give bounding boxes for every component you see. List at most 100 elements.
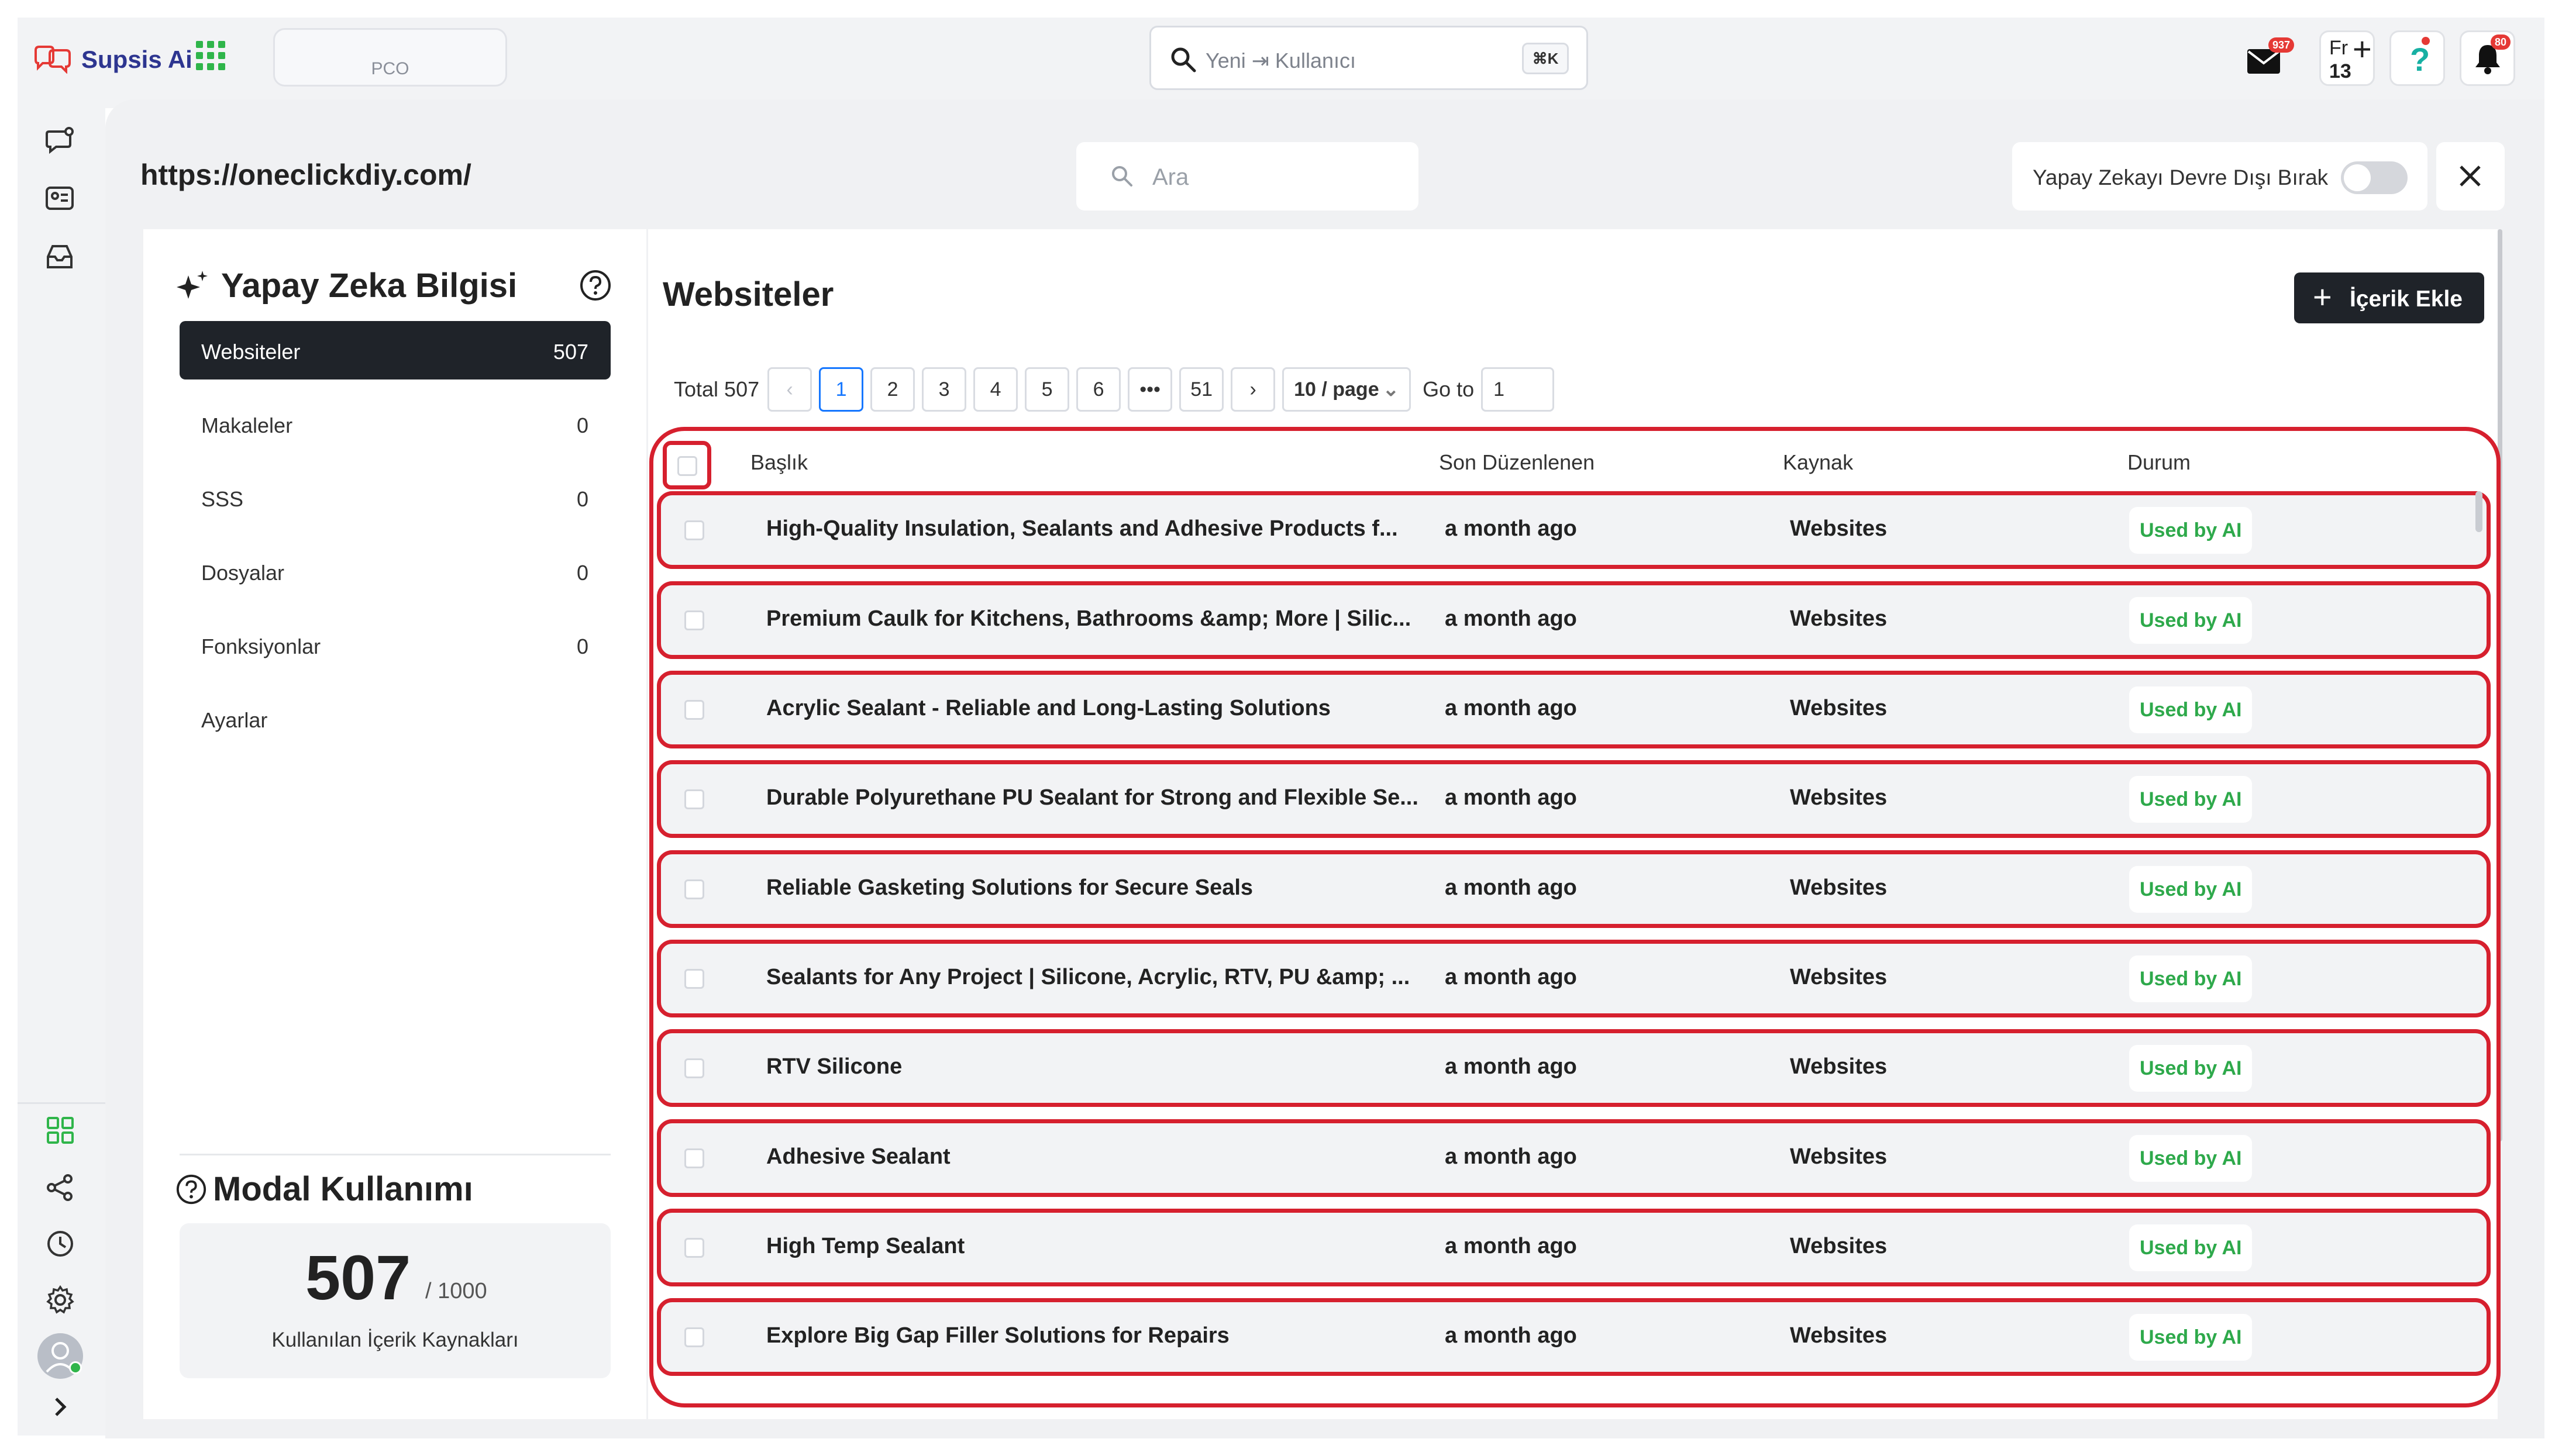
inbox-icon[interactable]: [44, 241, 75, 272]
column-header-last-edited[interactable]: Son Düzenlenen: [1439, 450, 1595, 475]
row-title: Sealants for Any Project | Silicone, Acr…: [766, 965, 1410, 989]
row-checkbox[interactable]: [684, 969, 704, 989]
column-header-source[interactable]: Kaynak: [1783, 450, 1853, 475]
row-date: a month ago: [1445, 965, 1577, 989]
table-scrollbar[interactable]: [2475, 491, 2482, 532]
sidebar-item-websiteler[interactable]: Websiteler 507: [180, 321, 611, 379]
sidebar-item-sss[interactable]: SSS 0: [180, 468, 611, 527]
chevron-down-icon: ⌄: [1382, 378, 1400, 401]
row-title: Durable Polyurethane PU Sealant for Stro…: [766, 785, 1418, 810]
table-row[interactable]: Acrylic Sealant - Reliable and Long-Last…: [657, 671, 2491, 748]
page-ellipsis-button[interactable]: •••: [1128, 367, 1173, 412]
ai-toggle-switch[interactable]: [2341, 161, 2408, 194]
row-source: Websites: [1790, 1234, 1888, 1258]
dashboard-icon[interactable]: [46, 1116, 75, 1145]
sidebar-item-ayarlar[interactable]: Ayarlar: [180, 689, 611, 748]
page-button-2[interactable]: 2: [870, 367, 915, 412]
workspace-selector[interactable]: PCO: [273, 28, 507, 87]
add-content-button[interactable]: + İçerik Ekle: [2294, 272, 2484, 323]
table-row[interactable]: Sealants for Any Project | Silicone, Acr…: [657, 940, 2491, 1017]
row-checkbox[interactable]: [684, 1327, 704, 1347]
page-size-select[interactable]: 10 / page ⌄: [1282, 367, 1411, 412]
row-title: Acrylic Sealant - Reliable and Long-Last…: [766, 696, 1331, 720]
usage-title-text: Modal Kullanımı: [213, 1170, 473, 1208]
page-button-5[interactable]: 5: [1025, 367, 1070, 412]
row-checkbox[interactable]: [684, 520, 704, 540]
user-initials: Fr: [2329, 37, 2348, 59]
sidebar-item-makaleler[interactable]: Makaleler 0: [180, 395, 611, 453]
table-row[interactable]: Explore Big Gap Filler Solutions for Rep…: [657, 1298, 2491, 1376]
app-root: Supsis Ai PCO Yeni ⇥ Kullanıcı ⌘K 937 Fr…: [0, 0, 2562, 1456]
close-button[interactable]: [2436, 142, 2505, 211]
row-source: Websites: [1790, 875, 1888, 900]
row-checkbox[interactable]: [684, 1238, 704, 1258]
row-title: Adhesive Sealant: [766, 1144, 951, 1169]
prev-page-button[interactable]: ‹: [767, 367, 812, 412]
sidebar-item-fonksiyonlar[interactable]: Fonksiyonlar 0: [180, 616, 611, 674]
goto-page-input[interactable]: 1: [1481, 367, 1555, 412]
row-checkbox[interactable]: [684, 1058, 704, 1078]
page-button-3[interactable]: 3: [922, 367, 967, 412]
status-badge: Used by AI: [2129, 1224, 2253, 1271]
sidebar-item-count: 0: [576, 634, 588, 658]
app-name: Supsis Ai: [81, 46, 192, 73]
row-title: Explore Big Gap Filler Solutions for Rep…: [766, 1323, 1230, 1348]
table-row[interactable]: Durable Polyurethane PU Sealant for Stro…: [657, 760, 2491, 838]
row-date: a month ago: [1445, 875, 1577, 900]
pagination-total: Total 507: [674, 377, 760, 401]
sidebar-item-label: Ayarlar: [201, 708, 268, 732]
site-url: https://oneclickdiy.com/: [140, 158, 471, 191]
select-all-checkbox[interactable]: [677, 456, 697, 476]
status-badge: Used by AI: [2129, 776, 2253, 823]
row-source: Websites: [1790, 1323, 1888, 1348]
expand-rail-icon[interactable]: [51, 1395, 69, 1419]
row-checkbox[interactable]: [684, 789, 704, 809]
apps-grid-icon[interactable]: [196, 41, 225, 70]
next-page-button[interactable]: ›: [1231, 367, 1276, 412]
history-icon[interactable]: [46, 1229, 75, 1258]
row-source: Websites: [1790, 516, 1888, 541]
global-search-input[interactable]: Yeni ⇥ Kullanıcı ⌘K: [1149, 26, 1588, 90]
row-checkbox[interactable]: [684, 610, 704, 630]
table-row[interactable]: Adhesive Sealant a month ago Websites Us…: [657, 1119, 2491, 1197]
column-header-status[interactable]: Durum: [2127, 450, 2191, 475]
row-date: a month ago: [1445, 1144, 1577, 1169]
row-title: High-Quality Insulation, Sealants and Ad…: [766, 516, 1398, 541]
table-row[interactable]: RTV Silicone a month ago Websites Used b…: [657, 1029, 2491, 1107]
page-button-1[interactable]: 1: [819, 367, 864, 412]
contacts-icon[interactable]: [44, 183, 75, 213]
help-button[interactable]: ?: [2389, 30, 2445, 86]
notifications-button[interactable]: 80: [2460, 30, 2515, 86]
mail-badge: 937: [2268, 37, 2295, 53]
close-icon: [2460, 165, 2481, 187]
sidebar-item-label: Makaleler: [201, 413, 293, 437]
table-row[interactable]: High Temp Sealant a month ago Websites U…: [657, 1209, 2491, 1286]
page-button-6[interactable]: 6: [1076, 367, 1121, 412]
row-checkbox[interactable]: [684, 700, 704, 720]
help-circle-icon[interactable]: [579, 269, 612, 302]
page-button-4[interactable]: 4: [973, 367, 1018, 412]
row-checkbox[interactable]: [684, 1148, 704, 1168]
column-header-title[interactable]: Başlık: [750, 450, 808, 475]
row-date: a month ago: [1445, 785, 1577, 810]
chat-icon[interactable]: [44, 126, 75, 156]
sidebar-divider: [180, 1154, 611, 1155]
app-logo[interactable]: Supsis Ai: [32, 46, 192, 74]
table-row[interactable]: Reliable Gasketing Solutions for Secure …: [657, 850, 2491, 928]
help-circle-icon[interactable]: [175, 1174, 207, 1205]
page-button-last[interactable]: 51: [1179, 367, 1224, 412]
sidebar-item-count: 0: [576, 487, 588, 511]
sidebar-item-dosyalar[interactable]: Dosyalar 0: [180, 542, 611, 601]
share-icon[interactable]: [46, 1173, 75, 1202]
content-title: Websiteler: [663, 275, 834, 313]
sidebar-item-label: Dosyalar: [201, 561, 285, 585]
table-row[interactable]: High-Quality Insulation, Sealants and Ad…: [657, 491, 2491, 569]
content-search-input[interactable]: Ara: [1076, 142, 1418, 211]
row-checkbox[interactable]: [684, 879, 704, 899]
table-row[interactable]: Premium Caulk for Kitchens, Bathrooms &a…: [657, 581, 2491, 659]
settings-icon[interactable]: [46, 1285, 75, 1314]
user-shortcut-button[interactable]: Fr + 13: [2319, 30, 2375, 86]
ai-toggle-label: Yapay Zekayı Devre Dışı Bırak: [2033, 165, 2329, 189]
mail-icon[interactable]: 937: [2246, 37, 2295, 81]
status-badge: Used by AI: [2129, 1314, 2253, 1361]
